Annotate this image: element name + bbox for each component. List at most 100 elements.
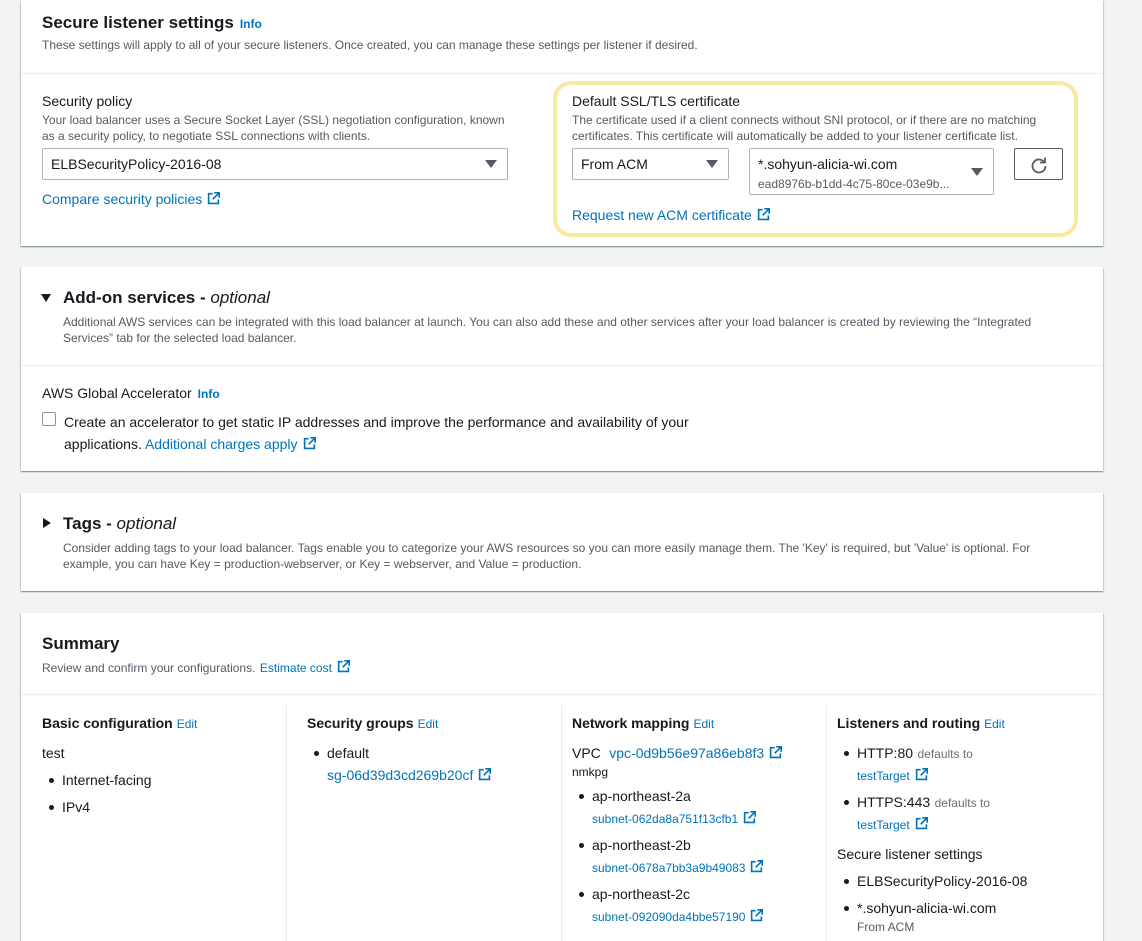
summary-panel: Summary Review and confirm your configur… — [21, 613, 1103, 941]
estimate-cost-link[interactable]: Estimate cost — [260, 659, 350, 676]
target-group-link[interactable]: testTarget — [857, 767, 928, 785]
caret-down-icon — [485, 160, 497, 168]
basic-config-heading: Basic configuration — [42, 715, 173, 731]
external-link-icon — [337, 660, 350, 673]
external-link-icon — [915, 817, 928, 830]
addon-header[interactable]: Add-on services - optional — [63, 288, 270, 308]
listener-defaults: defaults to — [917, 747, 973, 761]
bullet — [844, 751, 849, 756]
external-link-icon — [207, 192, 220, 205]
caret-down-icon — [971, 168, 983, 176]
certificate-source-select[interactable]: From ACM — [572, 148, 729, 180]
basic-config-item: IPv4 — [62, 799, 91, 815]
tags-desc-2: example, you can have Key = production-w… — [63, 557, 582, 571]
subnet-link[interactable]: subnet-092090da4bbe57190 — [592, 908, 763, 926]
vpc-link[interactable]: vpc-0d9b56e97a86eb8f3 — [609, 745, 782, 762]
addon-title: Add-on services — [63, 288, 196, 307]
external-link-icon — [743, 811, 756, 824]
subnet-link[interactable]: subnet-062da8a751f13cfb1 — [592, 810, 756, 828]
addon-title-separator: - — [195, 288, 211, 307]
divider — [21, 365, 1103, 366]
security-groups-header: Security groups Edit — [307, 715, 438, 733]
availability-zone: ap-northeast-2c — [592, 886, 691, 902]
edit-link[interactable]: Edit — [984, 717, 1005, 731]
secure-listener-header: Secure listener settings Info — [42, 13, 262, 33]
request-certificate-text: Request new ACM certificate — [572, 207, 752, 223]
vpc-row: VPC vpc-0d9b56e97a86eb8f3 — [572, 745, 782, 763]
availability-zone: ap-northeast-2b — [592, 837, 691, 853]
secure-listener-title: Secure listener settings — [42, 13, 234, 32]
bullet — [49, 805, 54, 810]
refresh-icon — [1031, 157, 1047, 174]
refresh-button[interactable] — [1014, 148, 1063, 180]
subnet-id: subnet-0678a7bb3a9b49083 — [592, 861, 746, 875]
caret-right-icon[interactable] — [43, 518, 51, 528]
external-link-icon — [915, 768, 928, 781]
edit-link[interactable]: Edit — [693, 717, 714, 731]
caret-down-icon[interactable] — [41, 294, 51, 302]
security-group-name: default — [327, 745, 370, 761]
accelerator-header: AWS Global Accelerator Info — [42, 385, 220, 403]
caret-down-icon — [706, 160, 718, 168]
bullet — [314, 751, 319, 756]
security-policy-desc-2: as a security policy, to negotiate SSL c… — [42, 129, 371, 143]
addon-title-optional: optional — [210, 288, 270, 307]
accelerator-text-2: applications. — [64, 436, 142, 452]
tags-title: Tags — [63, 514, 102, 533]
info-link[interactable]: Info — [240, 17, 262, 31]
basic-config-item: Internet-facing — [62, 772, 152, 788]
bullet — [579, 794, 584, 799]
listener-protocol: HTTP:80 — [857, 745, 914, 761]
compare-policies-link[interactable]: Compare security policies — [42, 191, 220, 209]
summary-policy: ELBSecurityPolicy-2016-08 — [857, 873, 1028, 889]
subnet-id: subnet-092090da4bbe57190 — [592, 910, 746, 924]
estimate-cost-text: Estimate cost — [259, 661, 332, 675]
tags-title-optional: optional — [116, 514, 177, 533]
listener-item: HTTP:80 defaults to — [857, 745, 973, 763]
secure-listener-panel: Secure listener settings Info These setti… — [21, 0, 1103, 246]
accelerator-checkbox[interactable] — [42, 412, 56, 426]
tags-title-separator: - — [101, 514, 117, 533]
info-link[interactable]: Info — [198, 387, 220, 401]
listeners-header: Listeners and routing Edit — [837, 715, 1005, 733]
security-policy-value: ELBSecurityPolicy-2016-08 — [51, 156, 222, 172]
column-divider — [826, 705, 827, 941]
security-policy-select[interactable]: ELBSecurityPolicy-2016-08 — [42, 148, 508, 180]
summary-description: Review and confirm your configurations. … — [42, 659, 350, 677]
availability-zone: ap-northeast-2a — [592, 788, 691, 804]
certificate-select[interactable]: *.sohyun-alicia-wi.com ead8976b-b1dd-4c7… — [749, 148, 994, 195]
basic-config-header: Basic configuration Edit — [42, 715, 197, 733]
vpc-label: VPC — [572, 745, 601, 761]
listener-item: HTTPS:443 defaults to — [857, 794, 990, 812]
security-group-id: sg-06d39d3cd269b20cf — [327, 767, 474, 783]
edit-link[interactable]: Edit — [177, 717, 198, 731]
summary-certificate: *.sohyun-alicia-wi.com — [857, 900, 997, 916]
certificate-desc-2: certificates. This certificate will auto… — [572, 129, 1018, 143]
tags-header[interactable]: Tags - optional — [63, 514, 176, 534]
external-link-icon — [303, 437, 316, 450]
certificate-domain: *.sohyun-alicia-wi.com — [758, 156, 898, 172]
subnet-link[interactable]: subnet-0678a7bb3a9b49083 — [592, 859, 763, 877]
additional-charges-link[interactable]: Additional charges apply — [145, 436, 316, 452]
edit-link[interactable]: Edit — [418, 717, 439, 731]
external-link-icon — [750, 860, 763, 873]
bullet — [579, 892, 584, 897]
target-group-link[interactable]: testTarget — [857, 816, 928, 834]
accelerator-text-1: Create an accelerator to get static IP a… — [64, 414, 689, 430]
target-group-name: testTarget — [857, 769, 910, 783]
external-link-icon — [757, 208, 770, 221]
vpc-name: nmkpg — [572, 765, 609, 779]
vpc-id: vpc-0d9b56e97a86eb8f3 — [609, 745, 765, 761]
security-group-link[interactable]: sg-06d39d3cd269b20cf — [327, 767, 491, 785]
listeners-heading: Listeners and routing — [837, 715, 981, 731]
bullet — [579, 843, 584, 848]
accelerator-checkbox-label[interactable]: Create an accelerator to get static IP a… — [64, 411, 689, 455]
external-link-icon — [769, 746, 782, 759]
column-divider — [561, 705, 562, 941]
certificate-id: ead8976b-b1dd-4c75-80ce-03e9b... — [758, 177, 950, 191]
certificate-desc-1: The certificate used if a client connect… — [572, 113, 1037, 127]
bullet — [49, 778, 54, 783]
addon-desc-2: Services” tab for the selected load bala… — [63, 331, 297, 345]
security-policy-desc-1: Your load balancer uses a Secure Socket … — [42, 113, 505, 127]
request-certificate-link[interactable]: Request new ACM certificate — [572, 207, 770, 225]
